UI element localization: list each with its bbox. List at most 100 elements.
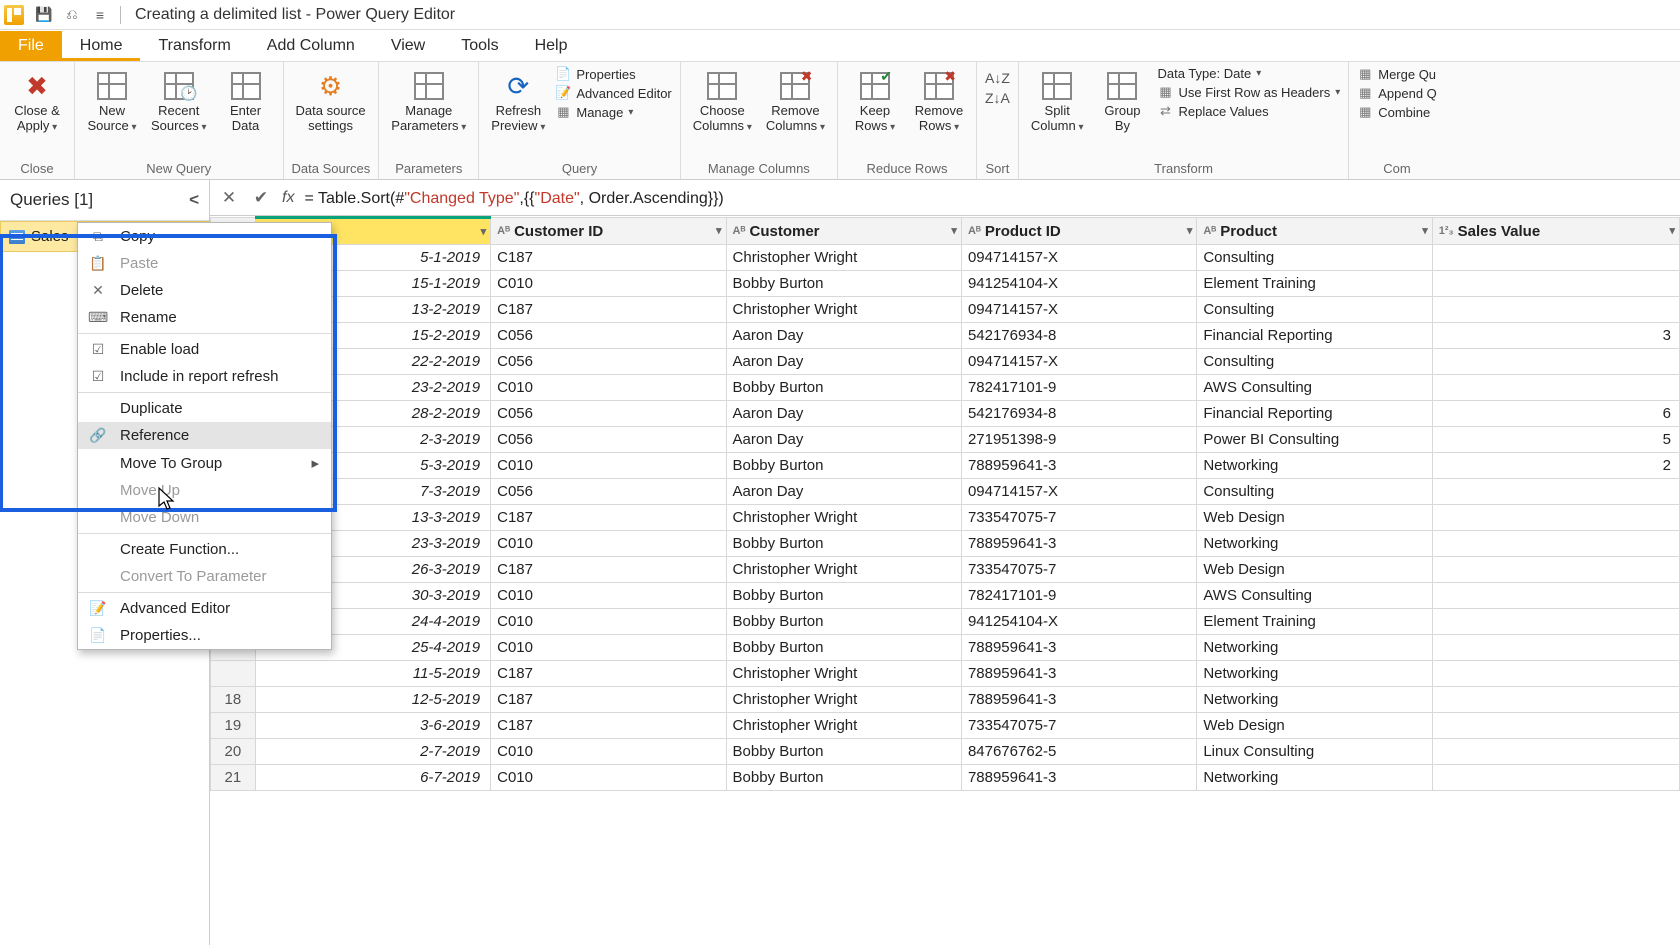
cell-product-id[interactable]: 788959641-3 (961, 765, 1196, 791)
cell-product[interactable]: Consulting (1197, 479, 1432, 505)
refresh-preview-button[interactable]: ⟳ Refresh Preview (487, 66, 549, 136)
cell-sales-value[interactable] (1432, 557, 1679, 583)
cell-customer-id[interactable]: C010 (491, 453, 726, 479)
cell-customer-id[interactable]: C187 (491, 661, 726, 687)
remove-columns-button[interactable]: ✖ Remove Columns (762, 66, 829, 136)
cell-customer[interactable]: Bobby Burton (726, 453, 961, 479)
data-source-settings-button[interactable]: ⚙ Data source settings (292, 66, 370, 136)
keep-rows-button[interactable]: ✔ Keep Rows (846, 66, 904, 136)
cell-customer-id[interactable]: C187 (491, 505, 726, 531)
cell-sales-value[interactable] (1432, 349, 1679, 375)
cell-customer-id[interactable]: C010 (491, 739, 726, 765)
first-row-headers-button[interactable]: ▦Use First Row as Headers (1157, 84, 1340, 100)
cell-sales-value[interactable] (1432, 505, 1679, 531)
cell-product-id[interactable]: 733547075-7 (961, 713, 1196, 739)
cell-customer[interactable]: Bobby Burton (726, 531, 961, 557)
formula-text[interactable]: = Table.Sort(#"Changed Type",{{"Date", O… (304, 188, 1672, 208)
table-row[interactable]: 28-2-2019C056Aaron Day542176934-8Financi… (211, 401, 1680, 427)
table-row[interactable]: 2-3-2019C056Aaron Day271951398-9Power BI… (211, 427, 1680, 453)
cell-product[interactable]: Power BI Consulting (1197, 427, 1432, 453)
cm-delete[interactable]: ✕Delete (78, 277, 331, 304)
formula-cancel-icon[interactable]: ✕ (218, 188, 240, 208)
cell-product[interactable]: Financial Reporting (1197, 323, 1432, 349)
cell-customer-id[interactable]: C010 (491, 609, 726, 635)
cell-customer[interactable]: Christopher Wright (726, 661, 961, 687)
cell-customer-id[interactable]: C010 (491, 271, 726, 297)
split-column-button[interactable]: Split Column (1027, 66, 1088, 136)
table-row[interactable]: 26-3-2019C187Christopher Wright733547075… (211, 557, 1680, 583)
table-row[interactable]: 5-1-2019C187Christopher Wright094714157-… (211, 245, 1680, 271)
row-number[interactable]: 18 (211, 687, 256, 713)
cell-product-id[interactable]: 094714157-X (961, 297, 1196, 323)
cell-sales-value[interactable] (1432, 739, 1679, 765)
cell-sales-value[interactable] (1432, 609, 1679, 635)
cell-product[interactable]: Web Design (1197, 557, 1432, 583)
cell-customer[interactable]: Christopher Wright (726, 505, 961, 531)
cell-sales-value[interactable] (1432, 583, 1679, 609)
cell-sales-value[interactable]: 2 (1432, 453, 1679, 479)
cell-sales-value[interactable] (1432, 531, 1679, 557)
tab-home[interactable]: Home (62, 31, 141, 61)
cell-product[interactable]: Element Training (1197, 271, 1432, 297)
cell-product-id[interactable]: 733547075-7 (961, 557, 1196, 583)
cell-product-id[interactable]: 847676762-5 (961, 739, 1196, 765)
cell-product[interactable]: Networking (1197, 453, 1432, 479)
cell-product[interactable]: Consulting (1197, 245, 1432, 271)
cm-move-to-group[interactable]: Move To Group▸ (78, 449, 331, 477)
cell-product-id[interactable]: 094714157-X (961, 479, 1196, 505)
cell-customer-id[interactable]: C056 (491, 479, 726, 505)
merge-queries-button[interactable]: ▦Merge Qu (1357, 66, 1437, 82)
cell-customer[interactable]: Aaron Day (726, 323, 961, 349)
cell-customer-id[interactable]: C056 (491, 401, 726, 427)
filter-icon[interactable]: ▾ (481, 225, 487, 238)
cell-sales-value[interactable] (1432, 661, 1679, 687)
sort-asc-button[interactable]: A↓Z (985, 70, 1010, 86)
row-number[interactable] (211, 661, 256, 687)
cell-customer-id[interactable]: C056 (491, 349, 726, 375)
save-icon[interactable]: 💾 (33, 4, 55, 26)
undo-icon[interactable]: ⎌ (61, 4, 83, 26)
choose-columns-button[interactable]: Choose Columns (689, 66, 756, 136)
cell-customer[interactable]: Christopher Wright (726, 687, 961, 713)
cell-customer[interactable]: Christopher Wright (726, 557, 961, 583)
cell-customer[interactable]: Aaron Day (726, 349, 961, 375)
table-row[interactable]: 7-3-2019C056Aaron Day094714157-XConsulti… (211, 479, 1680, 505)
cell-product-id[interactable]: 941254104-X (961, 609, 1196, 635)
cm-rename[interactable]: ⌨Rename (78, 304, 331, 331)
cell-product[interactable]: Networking (1197, 765, 1432, 791)
fx-icon[interactable]: fx (282, 189, 294, 207)
combine-files-button[interactable]: ▦Combine (1357, 104, 1437, 120)
filter-icon[interactable]: ▾ (1187, 224, 1193, 237)
cell-product-id[interactable]: 542176934-8 (961, 401, 1196, 427)
table-row[interactable]: 216-7-2019C010Bobby Burton788959641-3Net… (211, 765, 1680, 791)
col-sales-value[interactable]: 1²₃Sales Value▾ (1432, 218, 1679, 245)
cm-properties[interactable]: 📄Properties... (78, 622, 331, 649)
table-row[interactable]: 11-5-2019C187Christopher Wright788959641… (211, 661, 1680, 687)
cell-customer-id[interactable]: C010 (491, 635, 726, 661)
cell-sales-value[interactable]: 6 (1432, 401, 1679, 427)
cell-date[interactable]: 6-7-2019 (255, 765, 490, 791)
new-source-button[interactable]: New Source (83, 66, 141, 136)
cm-reference[interactable]: 🔗Reference (78, 422, 331, 449)
sort-desc-button[interactable]: Z↓A (985, 90, 1010, 106)
manage-parameters-button[interactable]: Manage Parameters (387, 66, 470, 136)
cell-product[interactable]: Web Design (1197, 505, 1432, 531)
cell-sales-value[interactable] (1432, 271, 1679, 297)
table-row[interactable]: 23-2-2019C010Bobby Burton782417101-9AWS … (211, 375, 1680, 401)
table-row[interactable]: 15-2-2019C056Aaron Day542176934-8Financi… (211, 323, 1680, 349)
cell-product-id[interactable]: 782417101-9 (961, 583, 1196, 609)
group-by-button[interactable]: Group By (1093, 66, 1151, 136)
cell-product-id[interactable]: 733547075-7 (961, 505, 1196, 531)
filter-icon[interactable]: ▾ (1669, 224, 1675, 237)
cell-product-id[interactable]: 094714157-X (961, 245, 1196, 271)
cell-product[interactable]: AWS Consulting (1197, 583, 1432, 609)
close-apply-button[interactable]: ✖ Close & Apply (8, 66, 66, 136)
filter-icon[interactable]: ▾ (951, 224, 957, 237)
cell-sales-value[interactable] (1432, 765, 1679, 791)
enter-data-button[interactable]: Enter Data (217, 66, 275, 136)
cell-product[interactable]: Element Training (1197, 609, 1432, 635)
cell-product-id[interactable]: 941254104-X (961, 271, 1196, 297)
cell-customer-id[interactable]: C187 (491, 557, 726, 583)
table-row[interactable]: 202-7-2019C010Bobby Burton847676762-5Lin… (211, 739, 1680, 765)
cell-customer-id[interactable]: C010 (491, 531, 726, 557)
